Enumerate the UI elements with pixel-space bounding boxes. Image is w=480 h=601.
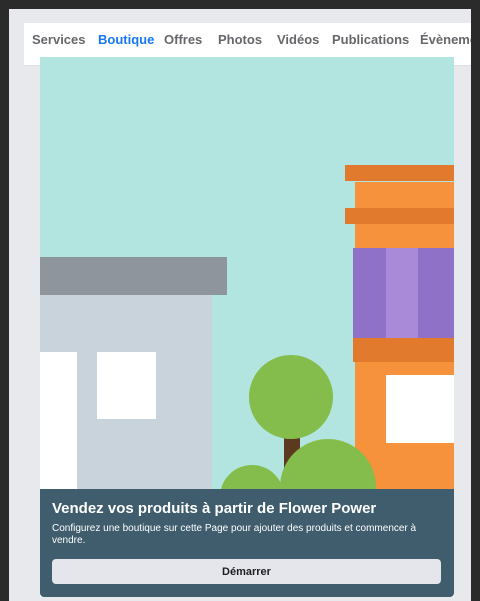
- panel-description: Configurez une boutique sur cette Page p…: [52, 523, 417, 546]
- app-frame: Services Boutique Offres Photos Vidéos P…: [9, 9, 471, 601]
- shop-promo-panel: Vendez vos produits à partir de Flower P…: [40, 489, 454, 597]
- start-button[interactable]: Démarrer: [52, 559, 441, 584]
- storefront-illustration: [40, 57, 454, 489]
- shop-setup-card: Vendez vos produits à partir de Flower P…: [40, 57, 454, 597]
- panel-title: Vendez vos produits à partir de Flower P…: [52, 500, 377, 517]
